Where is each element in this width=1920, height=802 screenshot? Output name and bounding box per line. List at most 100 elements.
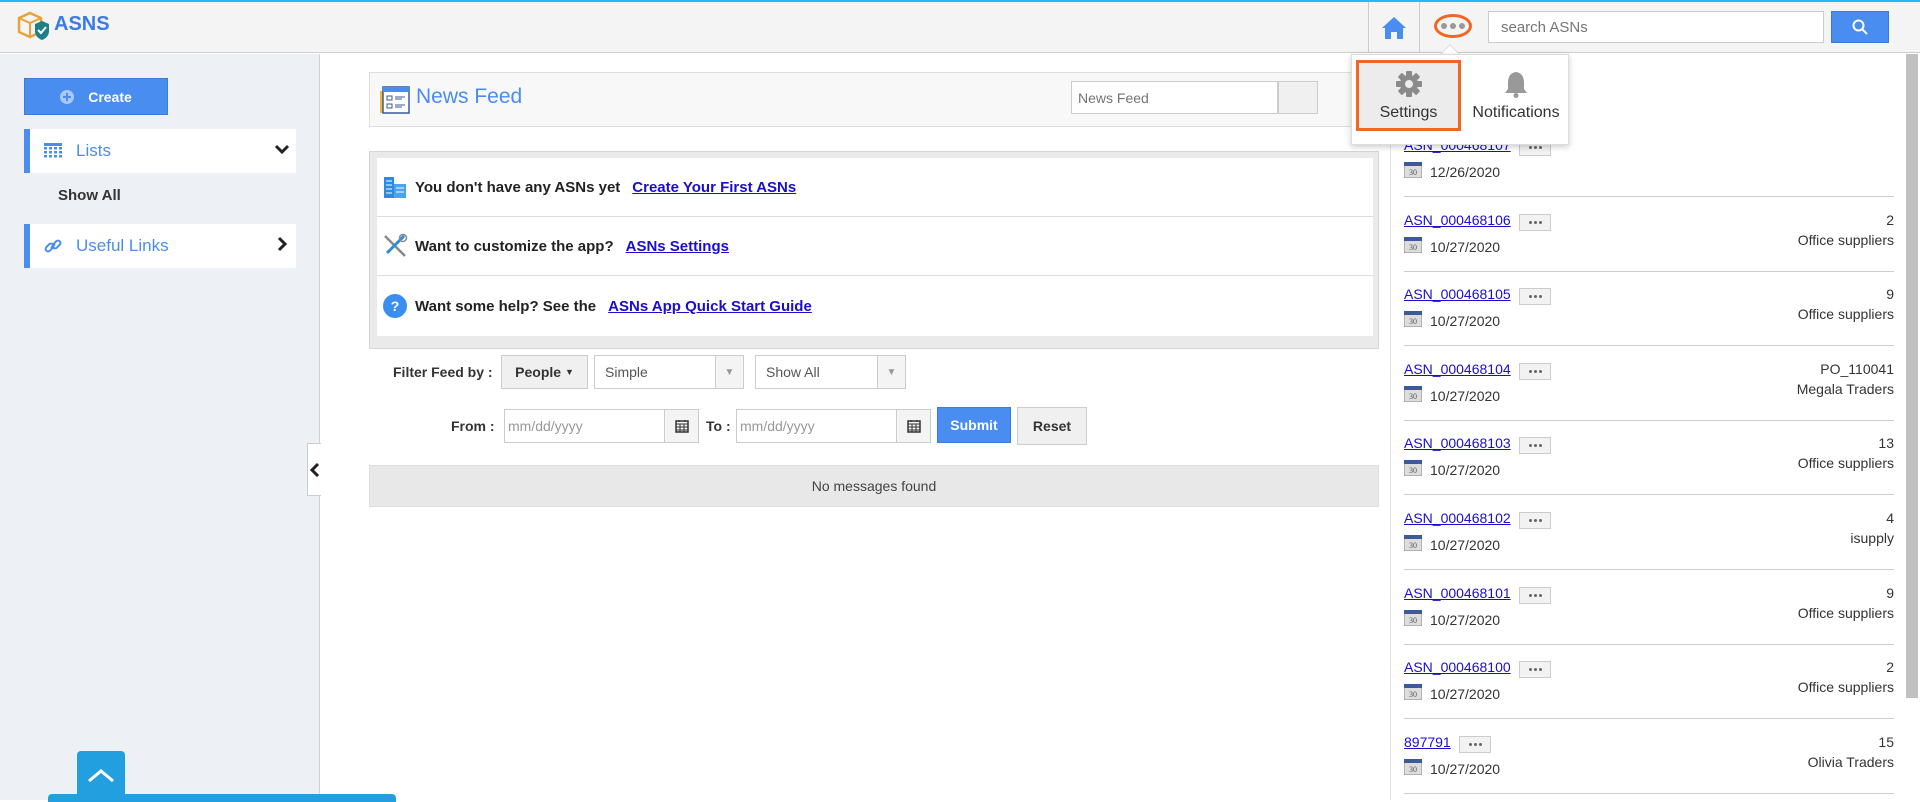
calendar-icon: 30 <box>1403 236 1423 257</box>
asns-settings-link[interactable]: ASNs Settings <box>626 238 729 255</box>
asn-link[interactable]: ASN_000468102 <box>1404 510 1511 526</box>
asn-more-button[interactable] <box>1519 586 1551 604</box>
asn-more-button[interactable] <box>1519 288 1551 306</box>
calendar-icon: 30 <box>1403 758 1423 779</box>
sidebar-item-lists[interactable]: Lists <box>24 129 296 173</box>
info-row-create: You don't have any ASNs yet Create Your … <box>377 158 1373 217</box>
feed-scope-select[interactable]: Show All ▼ <box>755 355 906 389</box>
svg-text:30: 30 <box>1409 466 1417 475</box>
create-button[interactable]: Create <box>24 78 168 115</box>
news-feed-icon <box>380 86 410 114</box>
grid-icon <box>44 143 62 158</box>
asn-link[interactable]: ASN_000468105 <box>1404 286 1511 302</box>
ellipsis-icon <box>1441 23 1447 29</box>
help-icon: ? <box>383 294 407 318</box>
expand-up-button[interactable] <box>77 751 125 800</box>
asn-list-item: ASN_000468100 30 10/27/2020 2 Office sup… <box>1403 644 1894 720</box>
quick-start-guide-link[interactable]: ASNs App Quick Start Guide <box>608 298 812 315</box>
more-options-button[interactable] <box>1434 14 1472 38</box>
asn-quantity: 15 <box>1878 733 1894 750</box>
asn-more-button[interactable] <box>1519 437 1551 455</box>
top-accent-line <box>0 0 1920 2</box>
asn-link[interactable]: ASN_000468101 <box>1404 585 1511 601</box>
asn-link[interactable]: ASN_000468100 <box>1404 659 1511 675</box>
info-text: Want some help? See the <box>415 297 597 315</box>
asn-link[interactable]: ASN_000468106 <box>1404 212 1511 228</box>
asn-date: 10/27/2020 <box>1430 238 1501 255</box>
calendar-icon: 30 <box>1403 310 1423 331</box>
ellipsis-icon <box>1528 146 1532 149</box>
svg-text:30: 30 <box>1409 616 1417 625</box>
caret-down-icon: ▼ <box>877 356 905 388</box>
scrollbar-thumb[interactable] <box>1906 54 1918 698</box>
asn-list-item: ASN_000468106 30 10/27/2020 2 Office sup… <box>1403 197 1894 272</box>
info-row-help: ? Want some help? See the ASNs App Quick… <box>377 276 1373 336</box>
more-options-dropdown: Settings Notifications <box>1351 54 1569 145</box>
settings-label: Settings <box>1379 103 1438 121</box>
asn-date: 10/27/2020 <box>1430 760 1501 777</box>
asn-vendor: Office suppliers <box>1797 306 1894 323</box>
search-asns-input[interactable] <box>1488 11 1824 43</box>
news-feed-search-button[interactable] <box>1278 81 1318 114</box>
filter-feed-label: Filter Feed by : <box>393 364 493 380</box>
from-date-input[interactable]: mm/dd/yyyy <box>504 409 699 443</box>
reset-button[interactable]: Reset <box>1017 407 1087 445</box>
notifications-menu-item[interactable]: Notifications <box>1468 60 1564 131</box>
asn-date: 10/27/2020 <box>1430 462 1501 479</box>
search-button[interactable] <box>1831 11 1889 43</box>
to-label: To : <box>706 418 731 434</box>
home-icon <box>1382 16 1406 39</box>
svg-text:30: 30 <box>1409 168 1417 177</box>
bell-icon <box>1505 71 1527 98</box>
calendar-icon[interactable] <box>664 410 698 442</box>
news-feed-search-input[interactable] <box>1071 81 1278 114</box>
asn-link[interactable]: 897791 <box>1404 734 1451 750</box>
chevron-down-icon <box>274 144 290 155</box>
caret-down-icon: ▼ <box>564 367 574 377</box>
submit-button[interactable]: Submit <box>937 407 1011 443</box>
asn-quantity: 4 <box>1886 510 1894 526</box>
settings-menu-item[interactable]: Settings <box>1356 60 1461 131</box>
ellipsis-icon <box>1528 295 1532 299</box>
asn-more-button[interactable] <box>1519 661 1551 679</box>
home-button[interactable] <box>1368 2 1420 53</box>
calendar-icon[interactable] <box>896 410 930 442</box>
notifications-label: Notifications <box>1472 103 1560 121</box>
asn-date: 10/27/2020 <box>1430 537 1501 553</box>
svg-text:30: 30 <box>1409 541 1417 550</box>
asn-list-item: ASN_000468104 30 10/27/2020 PO_110041 Me… <box>1403 346 1894 421</box>
calendar-icon: 30 <box>1403 161 1423 182</box>
collapse-sidebar-button[interactable] <box>307 443 321 496</box>
asn-quantity: 9 <box>1886 584 1894 601</box>
asn-list-item: ASN_000468102 30 10/27/2020 4 isupply <box>1403 495 1894 570</box>
chevron-left-icon <box>309 462 319 477</box>
sidebar-item-useful-links[interactable]: Useful Links <box>24 224 296 268</box>
search-icon <box>1852 19 1868 35</box>
create-first-asn-link[interactable]: Create Your First ASNs <box>632 179 796 196</box>
asn-date: 10/27/2020 <box>1430 313 1501 330</box>
asn-link[interactable]: ASN_000468104 <box>1404 361 1511 377</box>
useful-links-label: Useful Links <box>76 236 169 255</box>
asn-more-button[interactable] <box>1459 735 1491 753</box>
asn-more-button[interactable] <box>1519 213 1551 231</box>
ellipsis-icon <box>1528 668 1532 672</box>
asn-date: 12/26/2020 <box>1430 164 1501 180</box>
lists-label: Lists <box>76 141 111 160</box>
ellipsis-icon <box>1528 220 1532 224</box>
asn-more-button[interactable] <box>1519 512 1551 529</box>
app-logo-icon <box>17 11 49 40</box>
asn-date: 10/27/2020 <box>1430 686 1501 703</box>
asn-more-button[interactable] <box>1519 362 1551 380</box>
asn-link[interactable]: ASN_000468103 <box>1404 435 1511 451</box>
asn-list-item: 897791 30 10/27/2020 15 Olivia Traders <box>1403 719 1894 794</box>
to-date-input[interactable]: mm/dd/yyyy <box>736 409 931 443</box>
calendar-icon: 30 <box>1403 609 1423 630</box>
people-dropdown[interactable]: People ▼ <box>501 355 588 389</box>
feed-type-select[interactable]: Simple ▼ <box>594 355 744 389</box>
info-row-settings: Want to customize the app? ASNs Settings <box>377 217 1373 276</box>
app-title[interactable]: ASNS <box>54 13 110 36</box>
asn-vendor: Office suppliers <box>1797 679 1894 696</box>
sidebar-show-all[interactable]: Show All <box>58 187 121 204</box>
asn-date: 10/27/2020 <box>1430 387 1501 404</box>
date-placeholder: mm/dd/yyyy <box>508 418 583 434</box>
